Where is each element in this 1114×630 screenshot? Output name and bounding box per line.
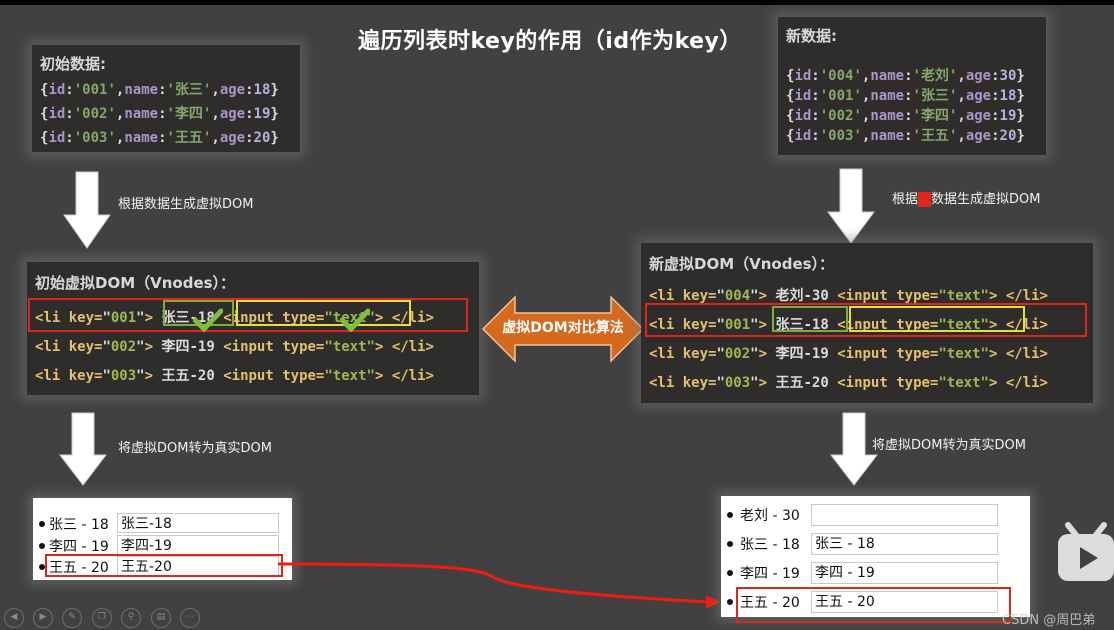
new-data-box: 新数据: {id:'004',name:'老刘',age:30} {id:'001… bbox=[778, 17, 1046, 155]
vnode-line: <li key="004"> 老刘-30 <input type="text">… bbox=[649, 288, 1048, 304]
vnode-key: 003 bbox=[724, 375, 751, 391]
new-data-heading: 新数据: bbox=[786, 27, 837, 45]
vnode-key: 002 bbox=[110, 339, 137, 355]
record-name: 老刘 bbox=[920, 68, 949, 84]
highlight-real-row-box bbox=[45, 554, 283, 577]
initial-vdom-heading: 初始虚拟DOM（Vnodes）： bbox=[35, 274, 236, 292]
check-icon bbox=[193, 308, 223, 332]
record-id: 001 bbox=[828, 88, 854, 104]
bullet-icon bbox=[727, 599, 733, 605]
caption-suffix: 数据生成虚拟DOM bbox=[931, 192, 1041, 207]
record-age: 18 bbox=[999, 88, 1017, 104]
record-name: 张三 bbox=[920, 88, 949, 104]
caption-prefix: 根据 bbox=[892, 192, 919, 207]
previous-icon[interactable]: ◀ bbox=[4, 608, 24, 628]
watermark: CSDN @周巴弟 bbox=[1002, 613, 1096, 628]
slides-icon[interactable]: ❐ bbox=[92, 608, 112, 628]
record-age: 20 bbox=[999, 128, 1017, 144]
caption-generate-vdom: 根据数据生成虚拟DOM bbox=[118, 197, 254, 212]
compare-label: 虚拟DOM对比算法 bbox=[502, 320, 624, 336]
record-name: 张三 bbox=[174, 82, 203, 98]
record-id: 003 bbox=[82, 130, 108, 146]
data-record-line: {id:'004',name:'老刘',age:30} bbox=[786, 68, 1025, 84]
data-record-line: {id:'001',name:'张三',age:18} bbox=[786, 88, 1025, 104]
highlight-real-row-box bbox=[736, 587, 1011, 623]
list-item-input[interactable]: 李四 - 19 bbox=[811, 562, 998, 584]
list-item-input[interactable] bbox=[811, 504, 998, 526]
caption-to-real-dom: 将虚拟DOM转为真实DOM bbox=[118, 441, 272, 456]
record-age: 18 bbox=[253, 82, 271, 98]
caption-generate-new-vdom: 根据新数据生成虚拟DOM bbox=[892, 188, 1041, 207]
bullet-icon bbox=[39, 521, 45, 527]
record-id: 001 bbox=[82, 82, 108, 98]
caption-to-real-dom-new: 将虚拟DOM转为真实DOM bbox=[872, 438, 1026, 453]
bullet-icon bbox=[39, 542, 45, 549]
check-icon bbox=[340, 308, 370, 332]
list-item-input[interactable]: 张三 - 18 bbox=[811, 533, 998, 555]
list-item-label: 张三 - 18 bbox=[49, 517, 109, 533]
record-age: 19 bbox=[253, 106, 271, 122]
list-item-label: 张三 - 18 bbox=[740, 537, 800, 553]
record-age: 20 bbox=[253, 130, 271, 146]
record-id: 002 bbox=[82, 106, 108, 122]
record-id: 004 bbox=[828, 68, 854, 84]
vnode-key: 002 bbox=[724, 346, 751, 362]
bullet-icon bbox=[727, 512, 733, 518]
caption-highlight: 新 bbox=[918, 192, 932, 207]
vnode-text: 李四-19 bbox=[775, 346, 829, 362]
input-match-box bbox=[236, 300, 411, 326]
text-match-box bbox=[772, 306, 848, 332]
vnode-text: 王五-20 bbox=[775, 375, 829, 391]
more-icon[interactable]: ⋯ bbox=[180, 608, 200, 628]
move-arrow-icon bbox=[278, 562, 720, 609]
video-player-icon[interactable] bbox=[1058, 521, 1114, 583]
slide-title: 遍历列表时key的作用（id作为key） bbox=[358, 29, 742, 54]
new-vdom-heading: 新虚拟DOM（Vnodes）： bbox=[649, 255, 835, 273]
record-id: 003 bbox=[828, 128, 854, 144]
record-name: 王五 bbox=[174, 130, 203, 146]
data-record-line: {id:'003',name:'王五',age:20} bbox=[40, 130, 279, 146]
vnode-key: 003 bbox=[110, 368, 137, 384]
zoom-icon[interactable]: ⚲ bbox=[121, 608, 141, 628]
record-age: 30 bbox=[999, 68, 1017, 84]
bullet-icon bbox=[727, 570, 733, 576]
down-arrow-icon bbox=[63, 171, 111, 249]
record-name: 李四 bbox=[174, 106, 203, 122]
data-record-line: {id:'002',name:'李四',age:19} bbox=[40, 106, 279, 122]
data-record-line: {id:'003',name:'王五',age:20} bbox=[786, 128, 1025, 144]
slide: 遍历列表时key的作用（id作为key） 初始数据: {id:'001',nam… bbox=[0, 5, 1114, 630]
record-id: 002 bbox=[828, 108, 854, 124]
list-item-label: 李四 - 19 bbox=[740, 566, 800, 582]
subtitle-icon[interactable]: ▤ bbox=[151, 608, 171, 628]
next-icon[interactable]: ▶ bbox=[33, 608, 53, 628]
down-arrow-icon bbox=[827, 168, 875, 244]
bullet-icon bbox=[727, 541, 733, 547]
record-name: 王五 bbox=[920, 128, 949, 144]
record-age: 19 bbox=[999, 108, 1017, 124]
vnode-line: <li key="002"> 李四-19 <input type="text">… bbox=[649, 346, 1048, 362]
vnode-text: 老刘-30 bbox=[775, 288, 829, 304]
list-item-input[interactable]: 李四-19 bbox=[117, 534, 279, 555]
list-item-input[interactable]: 张三-18 bbox=[117, 513, 279, 533]
vnode-line: <li key="003"> 王五-20 <input type="text">… bbox=[35, 368, 434, 384]
pen-icon[interactable]: ✎ bbox=[62, 608, 82, 628]
data-record-line: {id:'001',name:'张三',age:18} bbox=[40, 82, 279, 98]
vnode-text: 李四-19 bbox=[161, 339, 215, 355]
vnode-key: 004 bbox=[724, 288, 751, 304]
data-record-line: {id:'002',name:'李四',age:19} bbox=[786, 108, 1025, 124]
initial-data-box: 初始数据: {id:'001',name:'张三',age:18} {id:'00… bbox=[32, 45, 300, 152]
down-arrow-icon bbox=[58, 412, 108, 486]
input-match-box bbox=[849, 306, 1025, 332]
list-item-label: 老刘 - 30 bbox=[740, 508, 800, 524]
vnode-text: 王五-20 bbox=[161, 368, 215, 384]
initial-data-heading: 初始数据: bbox=[40, 55, 106, 73]
vnode-line: <li key="003"> 王五-20 <input type="text">… bbox=[649, 375, 1048, 391]
record-name: 李四 bbox=[920, 108, 949, 124]
vnode-line: <li key="002"> 李四-19 <input type="text">… bbox=[35, 339, 434, 355]
